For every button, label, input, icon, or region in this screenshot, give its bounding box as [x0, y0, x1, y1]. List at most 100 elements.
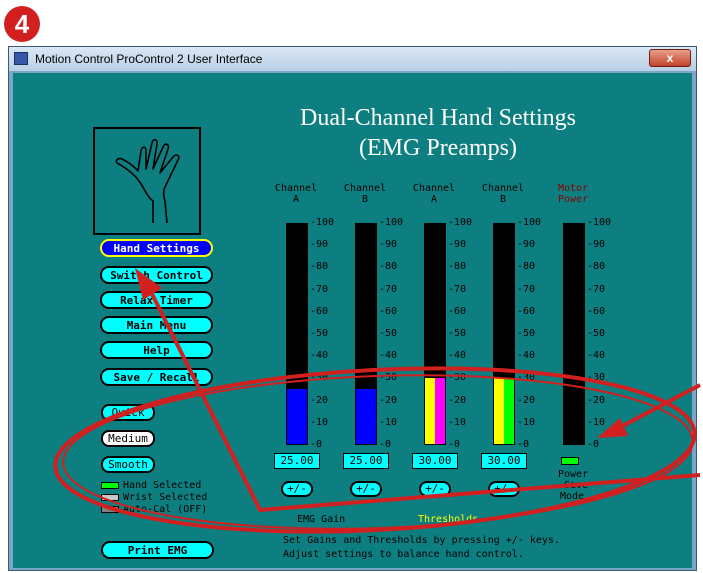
nav-switch-control-button[interactable]: Switch Control — [100, 266, 213, 284]
meter-bar-channel-a-gain — [286, 223, 308, 445]
threshold-b-value: 30.00 — [481, 453, 527, 469]
gain-a-value: 25.00 — [274, 453, 320, 469]
meter-label-channel-b-threshold: Channel B — [481, 183, 525, 205]
title-bar: Motion Control ProControl 2 User Interfa… — [9, 47, 696, 71]
scale-tick-label: -0 — [379, 439, 392, 450]
nav-relax-timer-button[interactable]: Relax Timer — [100, 291, 213, 309]
meter-bar-channel-b-gain — [355, 223, 377, 445]
instruction-line-1: Set Gains and Thresholds by pressing +/-… — [283, 535, 560, 546]
speed-smooth-button[interactable]: Smooth — [101, 456, 155, 473]
meter-scale: -100 -90 -80 -70 -60 -50 -40 -30 -20 -10 -0 — [448, 217, 488, 450]
scale-tick-label: -100 — [310, 217, 335, 228]
scale-tick-label: -30 — [379, 372, 398, 384]
speed-medium-button[interactable]: Medium — [101, 430, 155, 447]
scale-tick-label: -20 — [448, 394, 467, 406]
hand-graphic — [93, 127, 201, 235]
client-area: Dual-Channel Hand Settings (EMG Preamps)… — [13, 73, 692, 568]
window-title: Motion Control ProControl 2 User Interfa… — [35, 52, 263, 66]
scale-tick-label: -100 — [448, 217, 473, 228]
close-button[interactable]: x — [649, 49, 691, 67]
scale-tick-label: -10 — [379, 416, 398, 428]
legend-swatch — [101, 494, 119, 501]
threshold-a-adjust-button[interactable]: +/- — [419, 481, 451, 497]
print-emg-button[interactable]: Print EMG — [101, 541, 214, 559]
power-save-mode-label: Power Save Mode — [558, 469, 589, 502]
meter-bar-channel-a-threshold — [424, 223, 446, 445]
scale-tick-label: -40 — [310, 350, 329, 362]
scale-tick-label: -90 — [517, 239, 536, 251]
threshold-b-adjust-button[interactable]: +/- — [488, 481, 520, 497]
nav-main-menu-button[interactable]: Main Menu — [100, 316, 213, 334]
scale-tick-label: -40 — [517, 350, 536, 362]
scale-tick-label: -20 — [517, 394, 536, 406]
scale-tick-label: -80 — [379, 261, 398, 273]
scale-tick-label: -90 — [310, 239, 329, 251]
meter-scale: -100 -90 -80 -70 -60 -50 -40 -30 -20 -10 -0 — [517, 217, 557, 450]
speed-quick-button[interactable]: Quick — [101, 404, 155, 421]
meter-label-motor-power: Motor Power — [557, 183, 589, 205]
step-number-badge: 4 — [4, 6, 40, 42]
scale-tick-label: -100 — [379, 217, 404, 228]
nav-save-recall-button[interactable]: Save / Recall — [100, 368, 213, 386]
scale-tick-label: -50 — [379, 328, 398, 339]
scale-tick-label: -70 — [310, 283, 329, 295]
scale-tick-label: -90 — [448, 239, 467, 251]
scale-tick-label: -20 — [587, 394, 606, 406]
meter-label-channel-b-gain: Channel B — [343, 183, 387, 205]
scale-tick-label: -80 — [517, 261, 536, 273]
scale-tick-label: -50 — [310, 328, 329, 339]
power-save-indicator — [561, 457, 579, 465]
scale-tick-label: -10 — [517, 416, 536, 428]
emg-gain-label: EMG Gain — [297, 514, 346, 525]
scale-tick-label: -60 — [517, 305, 536, 317]
scale-tick-label: -70 — [448, 283, 467, 295]
legend-label: Hand Selected — [123, 480, 202, 491]
meter-fill — [494, 378, 514, 444]
meter-scale: -100 -90 -80 -70 -60 -50 -40 -30 -20 -10 -0 — [310, 217, 350, 450]
page-title: Dual-Channel Hand Settings — [300, 105, 576, 131]
app-icon — [14, 52, 28, 65]
scale-tick-label: -70 — [517, 283, 536, 295]
meter-bar-channel-b-threshold — [493, 223, 515, 445]
scale-tick-label: -50 — [587, 328, 606, 339]
scale-tick-label: -70 — [587, 283, 606, 295]
scale-tick-label: -50 — [517, 328, 536, 339]
scale-tick-label: -0 — [587, 439, 600, 450]
scale-tick-label: -80 — [587, 261, 606, 273]
scale-tick-label: -90 — [587, 239, 606, 251]
scale-tick-label: -60 — [448, 305, 467, 317]
scale-tick-label: -60 — [379, 305, 398, 317]
legend-label: Auto-Cal (OFF) — [123, 504, 208, 515]
meter-fill — [425, 378, 445, 444]
gain-b-adjust-button[interactable]: +/- — [350, 481, 382, 497]
scale-tick-label: -40 — [448, 350, 467, 362]
scale-tick-label: -80 — [448, 261, 467, 273]
scale-tick-label: -50 — [448, 328, 467, 339]
gain-a-adjust-button[interactable]: +/- — [281, 481, 313, 497]
scale-tick-label: -30 — [310, 372, 329, 384]
nav-help-button[interactable]: Help — [100, 341, 213, 359]
legend-swatch — [101, 506, 119, 513]
instruction-line-2: Adjust settings to balance hand control. — [283, 549, 524, 560]
scale-tick-label: -10 — [310, 416, 329, 428]
meter-scale: -100 -90 -80 -70 -60 -50 -40 -30 -20 -10 -0 — [587, 217, 627, 450]
scale-tick-label: -80 — [310, 261, 329, 273]
legend-label: Wrist Selected — [123, 492, 208, 503]
scale-tick-label: -10 — [448, 416, 467, 428]
scale-tick-label: -100 — [517, 217, 542, 228]
scale-tick-label: -40 — [587, 350, 606, 362]
scale-tick-label: -40 — [379, 350, 398, 362]
meter-label-channel-a-gain: Channel A — [274, 183, 318, 205]
nav-hand-settings-button[interactable]: Hand Settings — [100, 239, 213, 257]
scale-tick-label: -60 — [587, 305, 606, 317]
meter-scale: -100 -90 -80 -70 -60 -50 -40 -30 -20 -10 -0 — [379, 217, 419, 450]
scale-tick-label: -10 — [587, 416, 606, 428]
meter-bar-motor-power — [563, 223, 585, 445]
scale-tick-label: -0 — [517, 439, 530, 450]
scale-tick-label: -0 — [448, 439, 461, 450]
meter-label-channel-a-threshold: Channel A — [412, 183, 456, 205]
scale-tick-label: -20 — [310, 394, 329, 406]
app-window: Motion Control ProControl 2 User Interfa… — [8, 46, 697, 571]
meter-fill — [287, 389, 307, 444]
scale-tick-label: -0 — [310, 439, 323, 450]
